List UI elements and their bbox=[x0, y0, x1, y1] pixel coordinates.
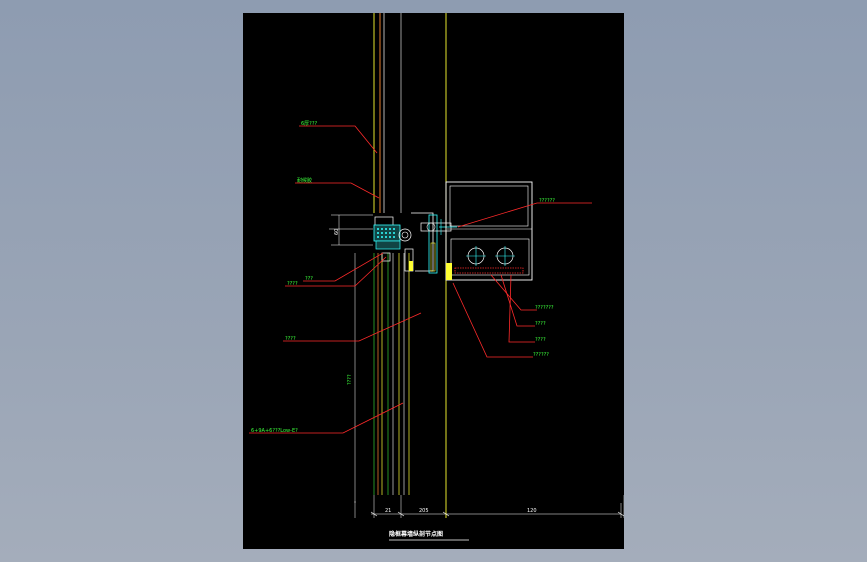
lower-glass-lines bbox=[354, 253, 410, 503]
dim-205: 205 bbox=[419, 508, 429, 514]
label-right-d: ???? bbox=[535, 337, 546, 343]
label-right-b: ??????? bbox=[535, 305, 554, 311]
dim-21: 21 bbox=[385, 508, 391, 514]
section-drawing: 6厚??? 耐候胶 ??? ???? ???? 6+9A+6???Low-E? … bbox=[249, 13, 624, 541]
label-right-a: ?????? bbox=[539, 198, 555, 204]
label-right-c: ???? bbox=[535, 321, 546, 327]
label-vertical-note: ???? bbox=[347, 374, 353, 385]
bottom-dimensions: 21 205 120 bbox=[354, 495, 624, 518]
leader-lines bbox=[249, 125, 592, 434]
callout-labels: 6厚??? 耐候胶 ??? ???? ???? 6+9A+6???Low-E? … bbox=[251, 121, 555, 434]
label-left-b: ???? bbox=[287, 281, 298, 287]
drawing-title-block: 隐框幕墙纵剖节点图 bbox=[389, 530, 469, 541]
label-left-c: ???? bbox=[285, 336, 296, 342]
mullion-profile bbox=[445, 181, 533, 281]
dim-120: 120 bbox=[527, 508, 537, 514]
drawing-sheet: 6厚??? 耐候胶 ??? ???? ???? 6+9A+6???Low-E? … bbox=[243, 13, 624, 549]
label-left-a: ??? bbox=[305, 276, 313, 282]
joint-assembly bbox=[373, 212, 457, 274]
label-sealant: 耐候胶 bbox=[297, 177, 312, 184]
drawing-title: 隐框幕墙纵剖节点图 bbox=[389, 530, 443, 538]
label-upper-glass: 6厚??? bbox=[301, 121, 317, 127]
dim-left-small: 60 bbox=[334, 229, 340, 235]
left-dimension: 60 bbox=[329, 214, 373, 246]
label-lower-glass: 6+9A+6???Low-E? bbox=[251, 428, 298, 434]
label-right-e: ?????? bbox=[533, 352, 549, 358]
